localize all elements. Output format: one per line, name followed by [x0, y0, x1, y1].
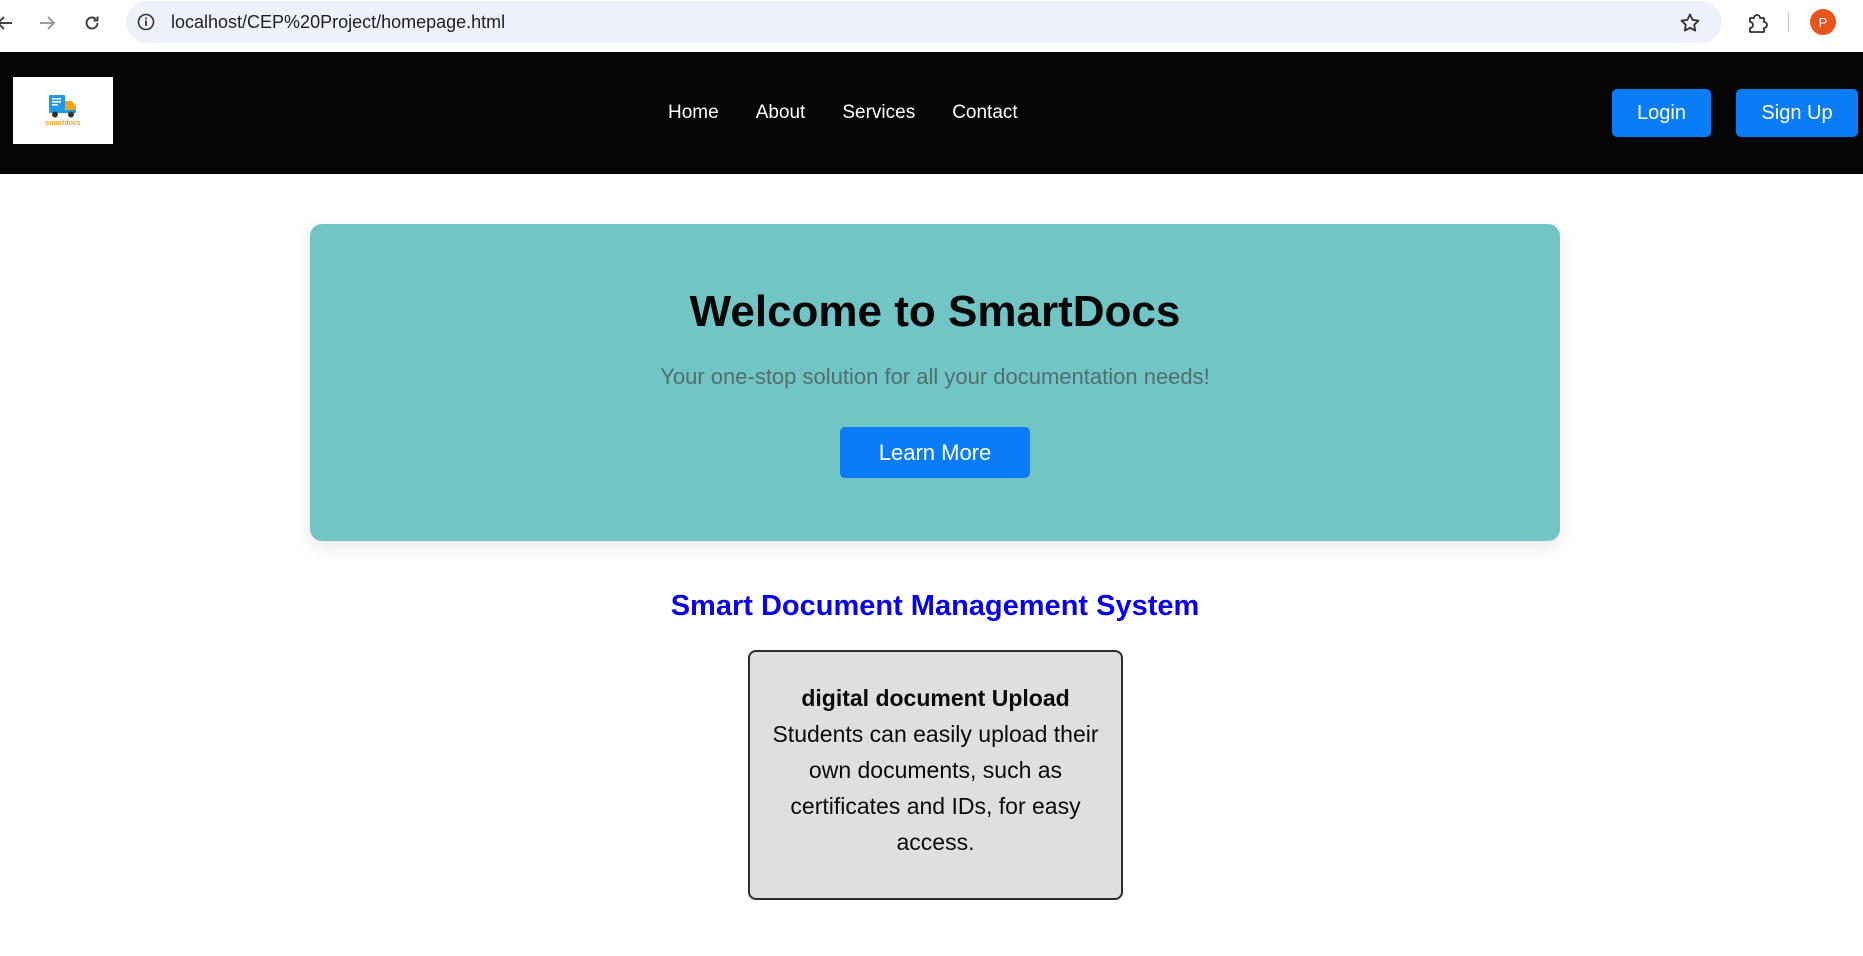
- login-button[interactable]: Login: [1612, 89, 1711, 137]
- feature-card-title: digital document Upload: [801, 685, 1070, 711]
- learn-more-button[interactable]: Learn More: [840, 427, 1030, 478]
- nav-link-about[interactable]: About: [756, 102, 806, 124]
- main-nav: Home About Services Contact: [668, 52, 1055, 174]
- feature-card: digital document Upload Students can eas…: [748, 650, 1123, 900]
- feature-card-description: Students can easily upload their own doc…: [772, 721, 1099, 855]
- back-icon[interactable]: [0, 10, 18, 36]
- signup-button[interactable]: Sign Up: [1736, 89, 1858, 137]
- site-header: smartdocs Home About Services Contact Lo…: [0, 52, 1863, 174]
- address-bar[interactable]: localhost/CEP%20Project/homepage.html: [126, 1, 1722, 43]
- nav-link-services[interactable]: Services: [842, 102, 915, 124]
- browser-toolbar: localhost/CEP%20Project/homepage.html P: [0, 0, 1863, 52]
- nav-link-contact[interactable]: Contact: [952, 102, 1017, 124]
- bookmark-star-icon[interactable]: [1678, 11, 1702, 35]
- site-logo[interactable]: smartdocs: [13, 77, 113, 144]
- section-title: Smart Document Management System: [670, 590, 1200, 622]
- hero-title: Welcome to SmartDocs: [689, 287, 1181, 336]
- toolbar-divider: [1788, 12, 1789, 32]
- hero-banner: Welcome to SmartDocs Your one-stop solut…: [310, 224, 1560, 541]
- nav-link-home[interactable]: Home: [668, 102, 719, 124]
- hero-subtitle: Your one-stop solution for all your docu…: [660, 364, 1210, 389]
- logo-text: smartdocs: [45, 120, 81, 127]
- url-text[interactable]: localhost/CEP%20Project/homepage.html: [171, 1, 505, 43]
- extensions-icon[interactable]: [1744, 10, 1770, 36]
- profile-avatar[interactable]: P: [1810, 9, 1836, 35]
- forward-icon[interactable]: [34, 10, 60, 36]
- site-info-icon[interactable]: [135, 11, 157, 33]
- reload-icon[interactable]: [79, 10, 105, 36]
- truck-logo-icon: [49, 95, 76, 118]
